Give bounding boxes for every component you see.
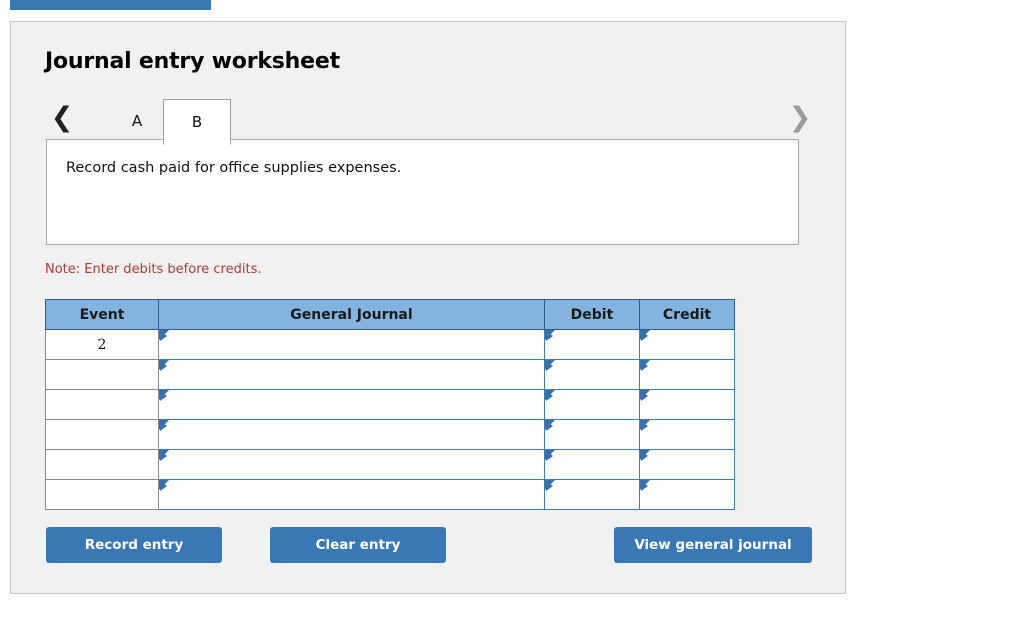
column-header-credit: Credit [639,299,735,330]
transaction-description-text: Record cash paid for office supplies exp… [66,160,402,176]
event-cell [45,389,159,420]
column-header-event: Event [45,299,159,330]
event-cell: 2 [45,329,159,360]
debits-before-credits-note: Note: Enter debits before credits. [45,262,262,277]
debit-input[interactable] [544,419,640,450]
dropdown-arrow-icon [641,361,648,371]
general-journal-input[interactable] [158,479,545,510]
general-journal-input[interactable] [158,359,545,390]
clear-entry-button[interactable]: Clear entry [270,527,446,563]
view-general-journal-button[interactable]: View general journal [614,527,812,563]
dropdown-arrow-icon [160,421,167,431]
dropdown-arrow-icon [641,331,648,341]
table-row: 2 [45,329,735,360]
dropdown-arrow-icon [160,361,167,371]
dropdown-arrow-icon [546,451,553,461]
dropdown-arrow-icon [546,391,553,401]
general-journal-input[interactable] [158,389,545,420]
table-row [45,449,735,480]
credit-input[interactable] [639,389,735,420]
active-worksheet-tab[interactable] [10,0,211,10]
journal-entry-worksheet-panel: Journal entry worksheet ❮ A B ❯ Record c… [10,21,846,594]
dropdown-arrow-icon [546,481,553,491]
top-tab-strip [0,0,1024,10]
column-header-general-journal: General Journal [158,299,545,330]
debit-input[interactable] [544,449,640,480]
table-header-row: Event General Journal Debit Credit [45,299,735,330]
tab-b[interactable]: B [163,99,231,145]
dropdown-arrow-icon [641,481,648,491]
chevron-right-icon[interactable]: ❯ [783,93,817,143]
dropdown-arrow-icon [546,331,553,341]
dropdown-arrow-icon [160,451,167,461]
debit-input[interactable] [544,389,640,420]
table-row [45,389,735,420]
dropdown-arrow-icon [641,451,648,461]
credit-input[interactable] [639,329,735,360]
journal-entry-table: Event General Journal Debit Credit 2 [45,299,735,510]
credit-input[interactable] [639,359,735,390]
action-button-bar: Record entry Clear entry View general jo… [11,527,847,587]
dropdown-arrow-icon [160,481,167,491]
credit-input[interactable] [639,449,735,480]
worksheet-tab-bar: ❮ A B ❯ [45,93,813,145]
dropdown-arrow-icon [546,421,553,431]
credit-input[interactable] [639,479,735,510]
record-entry-button[interactable]: Record entry [46,527,222,563]
general-journal-input[interactable] [158,419,545,450]
dropdown-arrow-icon [160,331,167,341]
dropdown-arrow-icon [546,361,553,371]
credit-input[interactable] [639,419,735,450]
chevron-left-icon[interactable]: ❮ [45,93,79,143]
dropdown-arrow-icon [160,391,167,401]
event-cell [45,479,159,510]
general-journal-input[interactable] [158,449,545,480]
dropdown-arrow-icon [641,421,648,431]
event-cell [45,419,159,450]
page-title: Journal entry worksheet [45,49,340,74]
event-cell [45,449,159,480]
debit-input[interactable] [544,329,640,360]
debit-input[interactable] [544,479,640,510]
table-row [45,359,735,390]
table-row [45,419,735,450]
event-cell [45,359,159,390]
table-row [45,479,735,510]
column-header-debit: Debit [544,299,640,330]
dropdown-arrow-icon [641,391,648,401]
transaction-description-box: Record cash paid for office supplies exp… [46,139,799,245]
debit-input[interactable] [544,359,640,390]
general-journal-input[interactable] [158,329,545,360]
